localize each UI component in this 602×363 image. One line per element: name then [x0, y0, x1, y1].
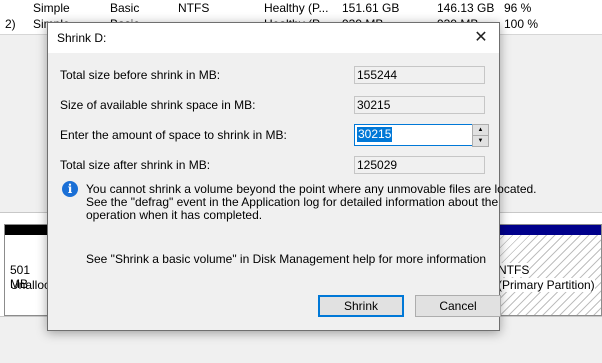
shrink-amount-value: 30215	[357, 127, 393, 142]
volume-header-bar	[498, 225, 601, 235]
volume-header-bar	[5, 225, 48, 235]
row-prefix: 2)	[5, 17, 16, 31]
layout-cell: Simple	[33, 1, 70, 15]
shrink-dialog: Shrink D: ✕ Total size before shrink in …	[47, 22, 537, 331]
capacity-cell: 151.61 GB	[342, 1, 400, 15]
status-cell: Healthy (P...	[264, 1, 329, 15]
total-after-label: Total size after shrink in MB:	[60, 158, 211, 172]
info-text-line: operation when it has completed.	[86, 208, 263, 222]
partition-volume-block[interactable]: NTFS (Primary Partition)	[497, 224, 602, 316]
info-text-line: You cannot shrink a volume beyond the po…	[86, 182, 537, 196]
percent-free-cell: 96 %	[504, 1, 532, 15]
total-before-field: 155244	[354, 66, 485, 84]
filesystem-cell: NTFS	[178, 1, 210, 15]
close-icon[interactable]: ✕	[463, 23, 499, 53]
volume-type-label: (Primary Partition)	[498, 278, 595, 292]
percent-free-cell: 100 %	[504, 17, 539, 31]
shrink-amount-stepper[interactable]: ▲ ▼	[472, 124, 489, 147]
free-space-cell: 146.13 GB	[437, 1, 495, 15]
shrink-button[interactable]: Shrink	[318, 295, 404, 317]
volume-row[interactable]: Simple Basic NTFS Healthy (P... 151.61 G…	[0, 0, 602, 16]
spin-down-icon[interactable]: ▼	[472, 135, 489, 147]
cancel-button[interactable]: Cancel	[415, 295, 501, 317]
available-space-label: Size of available shrink space in MB:	[60, 98, 256, 112]
info-text-line: See the "defrag" event in the Applicatio…	[86, 195, 499, 209]
total-before-label: Total size before shrink in MB:	[60, 68, 221, 82]
help-text: See "Shrink a basic volume" in Disk Mana…	[86, 252, 487, 266]
shrink-amount-input[interactable]: 30215	[354, 124, 488, 146]
dialog-titlebar[interactable]: Shrink D: ✕	[48, 23, 499, 53]
total-after-field: 125029	[354, 156, 485, 174]
unallocated-volume-block[interactable]: 501 MB Unallocated	[4, 224, 73, 316]
available-space-field: 30215	[354, 96, 485, 114]
shrink-amount-label: Enter the amount of space to shrink in M…	[60, 128, 287, 142]
dialog-title: Shrink D:	[57, 31, 107, 45]
info-icon: i	[62, 181, 78, 197]
volume-fs-label: NTFS	[498, 263, 530, 277]
type-cell: Basic	[110, 1, 140, 15]
